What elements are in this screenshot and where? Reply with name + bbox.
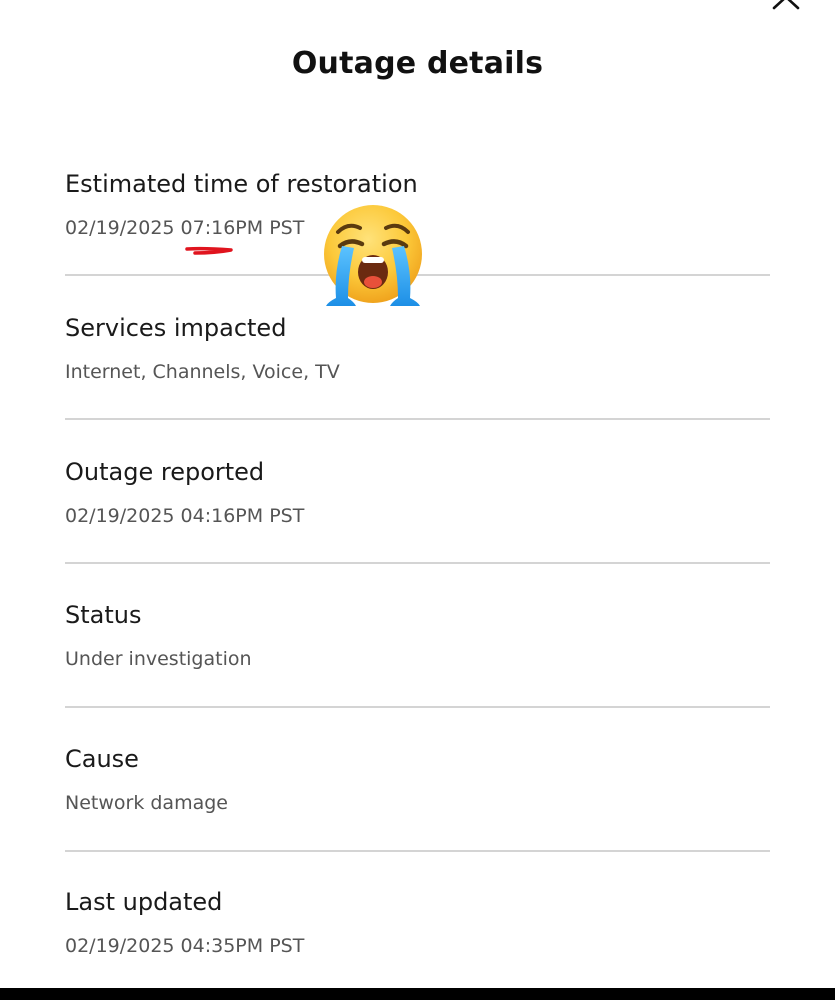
detail-label: Outage reported bbox=[65, 458, 265, 486]
divider bbox=[65, 706, 770, 708]
close-button[interactable] bbox=[766, 0, 806, 12]
detail-value: Under investigation bbox=[65, 648, 252, 670]
divider bbox=[65, 418, 770, 420]
divider bbox=[65, 850, 770, 852]
outage-details-screen: Outage details Estimated time of restora… bbox=[0, 0, 835, 1000]
detail-label: Estimated time of restoration bbox=[65, 170, 418, 198]
divider bbox=[65, 562, 770, 564]
detail-label: Status bbox=[65, 601, 142, 629]
detail-value: 02/19/2025 07:16PM PST bbox=[65, 217, 305, 239]
detail-value: 02/19/2025 04:35PM PST bbox=[65, 935, 305, 957]
close-icon bbox=[772, 0, 800, 10]
detail-value: Network damage bbox=[65, 792, 228, 814]
red-underline-annotation bbox=[185, 246, 233, 255]
detail-label: Cause bbox=[65, 745, 139, 773]
detail-label: Last updated bbox=[65, 888, 223, 916]
detail-value: 02/19/2025 04:16PM PST bbox=[65, 505, 305, 527]
detail-label: Services impacted bbox=[65, 314, 287, 342]
detail-value: Internet, Channels, Voice, TV bbox=[65, 361, 340, 383]
page-title: Outage details bbox=[291, 46, 544, 81]
loudly-crying-face-icon bbox=[324, 205, 422, 306]
bottom-bar bbox=[0, 988, 835, 1000]
